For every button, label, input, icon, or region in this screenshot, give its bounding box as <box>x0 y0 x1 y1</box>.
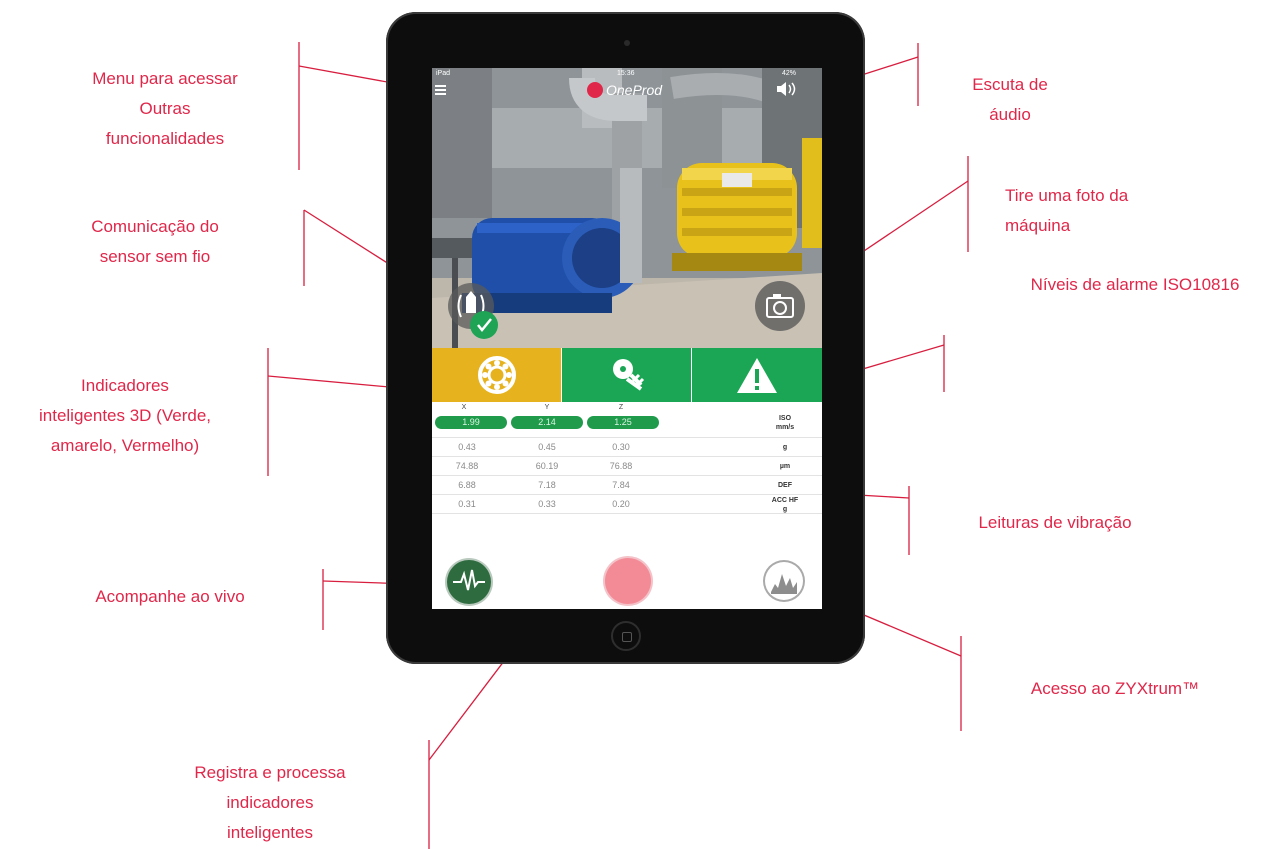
spectrum-icon <box>771 574 797 594</box>
tile-bearing[interactable] <box>432 348 562 402</box>
callout-indicators: Indicadores inteligentes 3D (Verde, amar… <box>39 376 211 455</box>
callout-menu: Menu para acessar Outras funcionalidades <box>92 69 238 148</box>
brand-logo: OneProd <box>587 81 662 99</box>
bearing-icon <box>477 356 516 394</box>
callout-zyxtrum: Acesso ao ZYXtrum™ <box>1030 679 1200 698</box>
iso-y-pill: 2.14 <box>511 416 583 429</box>
callout-vibration: Leituras de vibração <box>978 513 1132 532</box>
app-screen: iPad 15:36 42% OneProd X Y Z 1.99 2.14 1… <box>432 68 822 609</box>
table-header-row: X Y Z 1.99 2.14 1.25 ISO mm/s <box>432 402 822 438</box>
callout-audio: Escuta de áudio <box>972 75 1048 124</box>
callout-live: Acompanhe ao vivo <box>95 587 245 606</box>
waveform-icon <box>453 569 485 591</box>
home-button[interactable] <box>611 621 641 651</box>
camera-button[interactable] <box>755 281 805 331</box>
table-row: 74.88 60.19 76.88 µm <box>432 457 822 476</box>
hamburger-icon[interactable] <box>435 85 446 95</box>
callout-record: Registra e processa indicadores intelige… <box>194 763 346 842</box>
tile-unbalance[interactable] <box>562 348 692 402</box>
status-bar: iPad 15:36 42% <box>436 70 797 77</box>
speaker-icon[interactable] <box>775 81 799 97</box>
callout-photo: Tire uma foto da máquina <box>1005 186 1129 235</box>
camera-icon <box>766 294 794 318</box>
spectrum-button[interactable] <box>765 562 803 600</box>
iso-unit: ISO mm/s <box>775 415 795 431</box>
table-row: 6.88 7.18 7.84 DEF <box>432 476 822 495</box>
unbalance-icon <box>612 359 644 391</box>
callout-alarm: Níveis de alarme ISO10816 <box>1030 275 1240 294</box>
warning-icon <box>737 358 777 393</box>
iso-z-pill: 1.25 <box>587 416 659 429</box>
tile-warning[interactable] <box>692 348 822 402</box>
iso-x-pill: 1.99 <box>435 416 507 429</box>
callout-wireless: Comunicação do sensor sem fio <box>91 217 219 266</box>
front-camera <box>624 40 630 46</box>
indicator-tiles <box>432 348 822 402</box>
check-icon <box>470 311 498 339</box>
table-row: 0.43 0.45 0.30 g <box>432 438 822 457</box>
record-button[interactable] <box>605 558 651 604</box>
table-row: 0.31 0.33 0.20 ACC HF g <box>432 495 822 514</box>
live-button[interactable] <box>447 560 491 604</box>
machine-photo: iPad 15:36 42% OneProd <box>432 68 822 348</box>
